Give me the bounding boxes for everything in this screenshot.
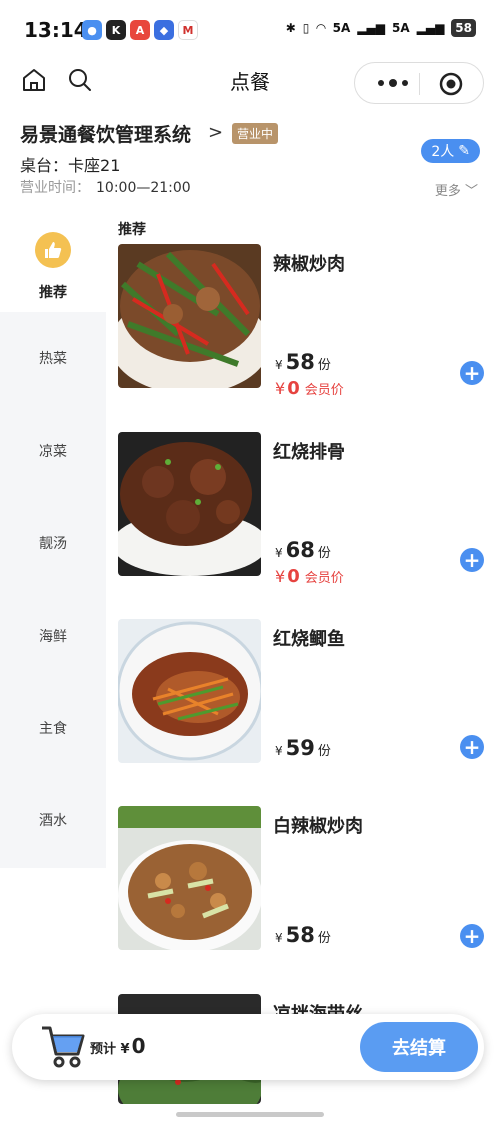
list-item: 红烧排骨 ¥68 份 ¥0 会员价 + [118,432,488,587]
people-count-button[interactable]: 2人 ✎ [421,139,480,163]
shopping-cart-icon[interactable] [40,1022,86,1070]
currency-symbol: ¥ [120,1042,130,1057]
dish-price: ¥58 份 [275,350,331,374]
status-right: ✱ ▯ ◠ 5A ▂▄▆ 5A ▂▄▆ 58 [286,19,476,37]
cart-total-label: 预计 [90,1042,117,1057]
dish-image[interactable] [118,619,261,763]
sidebar-item-recommend[interactable]: 推荐 [0,212,106,312]
add-to-cart-button[interactable]: + [460,924,484,948]
price-unit: 份 [317,744,331,759]
chevron-right-icon[interactable]: > [208,122,223,143]
status-time: 13:14 [24,18,88,42]
status-badge: 营业中 [232,123,279,144]
cart-total-value: 0 [131,1034,146,1058]
dish-image[interactable] [118,806,261,950]
table-label: 桌台： [20,156,69,175]
member-price-label: 会员价 [304,571,344,586]
table-value: 卡座21 [68,156,121,175]
cart-bar: 预计 ¥0 去结算 [12,1014,484,1080]
price-value: 58 [285,923,315,947]
sidebar-item-seafood[interactable]: 海鲜 [0,626,106,646]
dish-image[interactable] [118,244,261,388]
mini-program-capsule [354,62,484,104]
k-app-icon: K [106,20,126,40]
sidebar-item-drinks[interactable]: 酒水 [0,810,106,830]
a-app-icon: A [130,20,150,40]
more-label: 更多 [434,184,461,199]
currency-symbol: ¥ [275,358,283,372]
dish-price: ¥59 份 [275,736,331,760]
dish-image[interactable] [118,432,261,576]
sidebar-item-hot-dishes[interactable]: 热菜 [0,348,106,368]
member-price-value: 0 [287,566,300,587]
category-sidebar: 推荐 热菜 凉菜 靓汤 海鲜 主食 酒水 [0,212,106,868]
price-value: 58 [285,350,315,374]
wifi-icon: ◠ [316,21,326,35]
list-item: 辣椒炒肉 ¥58 份 ¥0 会员价 + [118,244,488,399]
currency-symbol: ¥ [275,379,286,398]
dish-name: 辣椒炒肉 [273,254,345,275]
member-price-value: 0 [287,378,300,399]
table-info: 桌台：卡座21 [20,152,120,176]
dish-price: ¥58 份 [275,923,331,947]
signal-2-label: 5A [391,21,410,35]
sidebar-item-label: 推荐 [39,285,67,301]
status-bar: 13:14 ● K A ◆ M ✱ ▯ ◠ 5A ▂▄▆ 5A ▂▄▆ 58 [0,0,500,60]
price-unit: 份 [317,358,331,373]
sidebar-item-cold-dishes[interactable]: 凉菜 [0,441,106,461]
add-to-cart-button[interactable]: + [460,735,484,759]
dish-name: 红烧鲫鱼 [273,629,345,650]
cart-total: 预计 ¥0 [90,1034,146,1058]
sidebar-item-soup[interactable]: 靓汤 [0,533,106,553]
member-price: ¥0 会员价 [275,566,344,587]
status-app-icons: ● K A ◆ M [82,20,198,40]
signal-1-label: 5A [332,21,351,35]
price-unit: 份 [317,546,331,561]
add-to-cart-button[interactable]: + [460,548,484,572]
currency-symbol: ¥ [275,744,283,758]
more-dots-icon[interactable] [373,75,413,91]
dish-name: 红烧排骨 [273,442,345,463]
hours-value: 10:00—21:00 [96,180,191,196]
member-price-label: 会员价 [304,383,344,398]
home-indicator[interactable] [176,1112,324,1117]
battery-indicator: 58 [451,19,476,37]
people-count: 2人 [431,144,455,160]
price-value: 68 [285,538,315,562]
dish-name: 白辣椒炒肉 [273,816,363,837]
signal-1-icon: ▂▄▆ [357,21,385,35]
capsule-divider [419,73,420,95]
close-target-icon[interactable] [439,72,463,96]
currency-symbol: ¥ [275,546,283,560]
message-app-icon: ● [82,20,102,40]
business-hours: 营业时间： 10:00—21:00 [20,177,191,197]
signal-2-icon: ▂▄▆ [416,21,445,35]
store-name[interactable]: 易景通餐饮管理系统 [20,120,191,147]
member-price: ¥0 会员价 [275,378,344,399]
m-app-icon: M [178,20,198,40]
add-to-cart-button[interactable]: + [460,361,484,385]
currency-symbol: ¥ [275,931,283,945]
shield-app-icon: ◆ [154,20,174,40]
section-title: 推荐 [118,222,146,238]
nav-bar: 点餐 [0,58,500,104]
dish-price: ¥68 份 [275,538,331,562]
edit-icon: ✎ [458,143,470,159]
list-item: 白辣椒炒肉 ¥58 份 + [118,806,488,950]
vibrate-icon: ▯ [302,21,310,35]
chevron-down-icon: ﹀ [464,184,478,199]
thumbs-up-icon [35,232,71,268]
more-link[interactable]: 更多 ﹀ [435,180,478,199]
list-item: 红烧鲫鱼 ¥59 份 + [118,619,488,763]
price-value: 59 [285,736,315,760]
price-unit: 份 [317,931,331,946]
checkout-button[interactable]: 去结算 [360,1022,478,1072]
hours-label: 营业时间： [20,180,90,196]
currency-symbol: ¥ [275,567,286,586]
bluetooth-icon: ✱ [285,21,296,35]
sidebar-item-staple[interactable]: 主食 [0,718,106,738]
